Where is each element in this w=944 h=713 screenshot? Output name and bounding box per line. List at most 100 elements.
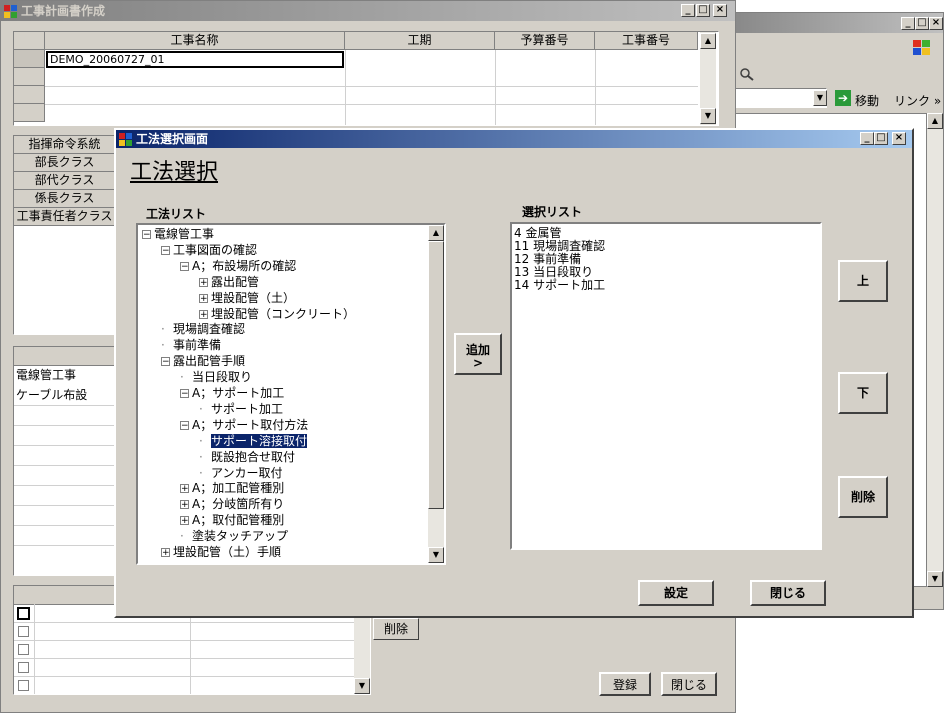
collapse-minus-icon[interactable]: − (161, 245, 170, 255)
tree-node[interactable]: · サポート加工 (199, 401, 283, 417)
class-item-site-manager[interactable]: 工事責任者クラス (14, 208, 116, 226)
method-dialog: 工法選択画面 _ □ × 工法選択 工法リスト 選択リスト − 電線管工事 − 工事図… (114, 128, 914, 618)
tree-node-label: A；サポート取付方法 (192, 417, 309, 432)
tree-node[interactable]: − 露出配管手順 (161, 353, 245, 369)
column-header-period[interactable]: 工期 (345, 32, 495, 50)
tree-node[interactable]: + A；取付配管種別 (180, 512, 284, 528)
move-down-button[interactable]: 下 (838, 372, 888, 414)
selection-list[interactable]: 4 金属管 11 現場調査確認 12 事前準備 13 当日段取り 14 サポート… (510, 222, 822, 550)
search-magnifier-icon[interactable] (739, 67, 755, 81)
tree-node[interactable]: + 埋設配管（土）手順 (161, 544, 281, 560)
tree-node[interactable]: + A；分岐箇所有り (180, 496, 284, 512)
collapse-minus-icon[interactable]: − (142, 230, 151, 240)
class-item-deputy[interactable]: 部代クラス (14, 172, 116, 190)
move-up-button[interactable]: 上 (838, 260, 888, 302)
dialog-close-button[interactable]: × (892, 132, 906, 145)
expand-plus-icon[interactable]: + (199, 309, 208, 319)
collapse-minus-icon[interactable]: − (180, 261, 189, 271)
row-header[interactable] (14, 68, 45, 86)
grid-row-line (45, 104, 698, 105)
add-button[interactable]: 追加 > (454, 333, 502, 375)
bg-close-button[interactable]: × (929, 17, 943, 30)
grid-scroll-down-button[interactable]: ▼ (700, 108, 716, 124)
expand-plus-icon[interactable]: + (161, 548, 170, 558)
bg-scrollbar[interactable]: ▲ ▼ (927, 113, 943, 587)
delete-row-button[interactable]: 削除 (373, 618, 419, 640)
register-button[interactable]: 登録 (599, 672, 651, 696)
tree-node[interactable]: − A；サポート加工 (180, 385, 284, 401)
expand-plus-icon[interactable]: + (180, 516, 189, 526)
collapse-minus-icon[interactable]: − (161, 357, 170, 367)
go-arrow-icon[interactable]: ➔ (835, 90, 851, 106)
bg-scroll-up-button[interactable]: ▲ (927, 113, 943, 129)
method-tree-scrollbar[interactable]: ▲ ▼ (428, 225, 444, 563)
tree-node[interactable]: + A；加工配管種別 (180, 480, 284, 496)
selection-item[interactable]: 14 サポート加工 (514, 277, 605, 293)
grid-scroll-up-button[interactable]: ▲ (700, 33, 716, 49)
row-checkbox[interactable] (18, 626, 29, 637)
work-item-conduit[interactable]: 電線管工事 (16, 367, 76, 383)
tree-node[interactable]: · 塗装タッチアップ (180, 528, 288, 544)
main-close-button[interactable]: × (713, 4, 727, 17)
main-maximize-button[interactable]: □ (696, 4, 710, 17)
go-button-label[interactable]: 移動 (855, 92, 879, 109)
links-label[interactable]: リンク » (894, 92, 941, 109)
row-header[interactable] (14, 50, 45, 68)
column-header-project-no[interactable]: 工事番号 (595, 32, 698, 50)
tree-node-label: 埋設配管（土）手順 (173, 545, 282, 559)
dialog-maximize-button[interactable]: □ (874, 132, 888, 145)
tree-connector-icon: · (161, 322, 165, 337)
row-checkbox[interactable] (18, 662, 29, 673)
tree-node[interactable]: − A；布設場所の確認 (180, 258, 296, 274)
collapse-minus-icon[interactable]: − (180, 389, 189, 399)
row-header[interactable] (14, 104, 45, 122)
tree-node[interactable]: + 埋設配管（土） (199, 290, 295, 306)
tree-scroll-up-button[interactable]: ▲ (428, 225, 444, 241)
ok-button[interactable]: 設定 (638, 580, 714, 606)
main-minimize-button[interactable]: _ (681, 4, 695, 17)
expand-plus-icon[interactable]: + (199, 277, 208, 287)
bg-minimize-button[interactable]: _ (901, 17, 915, 30)
row-checkbox[interactable] (18, 644, 29, 655)
main-window-titlebar: 工事計画書作成 (1, 1, 735, 21)
tree-scroll-thumb[interactable] (428, 241, 444, 509)
tree-node[interactable]: + 露出配管 (199, 274, 259, 290)
work-item-cable[interactable]: ケーブル布設 (16, 387, 87, 403)
column-header-project-name[interactable]: 工事名称 (45, 32, 345, 50)
tree-node[interactable]: − 工事図面の確認 (161, 242, 257, 258)
address-dropdown-button[interactable]: ▼ (813, 90, 827, 106)
expand-plus-icon[interactable]: + (180, 484, 189, 494)
project-name-cell[interactable]: DEMO_20060727_01 (46, 51, 344, 68)
tree-node[interactable]: · アンカー取付 (199, 465, 283, 481)
class-item-dept-manager[interactable]: 部長クラス (14, 154, 116, 172)
tree-node[interactable]: − 電線管工事 (142, 226, 214, 242)
row-checkbox[interactable] (17, 607, 30, 620)
dialog-titlebar: 工法選択画面 (116, 130, 912, 148)
tree-node[interactable]: · 既設抱合せ取付 (199, 449, 295, 465)
checkbox-scroll-down-button[interactable]: ▼ (354, 678, 370, 694)
dialog-close-form-button[interactable]: 閉じる (750, 580, 826, 606)
dialog-minimize-button[interactable]: _ (860, 132, 874, 145)
row-header[interactable] (14, 86, 45, 104)
bg-maximize-button[interactable]: □ (915, 17, 929, 30)
tree-connector-icon: · (199, 465, 203, 480)
bg-scroll-down-button[interactable]: ▼ (927, 571, 943, 587)
tree-node[interactable]: · 事前準備 (161, 337, 221, 353)
tree-scroll-down-button[interactable]: ▼ (428, 547, 444, 563)
method-tree[interactable]: − 電線管工事 − 工事図面の確認 − A；布設場所の確認 + 露出配管 + 埋設配管（土） + 埋設… (136, 223, 446, 565)
column-header-budget-no[interactable]: 予算番号 (495, 32, 595, 50)
main-close-form-button[interactable]: 閉じる (661, 672, 717, 696)
selection-list-label: 選択リスト (522, 205, 583, 219)
tree-node[interactable]: − A；サポート取付方法 (180, 417, 308, 433)
collapse-minus-icon[interactable]: − (180, 420, 189, 430)
tree-node[interactable]: + 埋設配管（コンクリート） (199, 306, 355, 322)
project-grid-scrollbar[interactable]: ▲ ▼ (700, 32, 716, 125)
tree-node[interactable]: · 現場調査確認 (161, 321, 245, 337)
tree-node[interactable]: · サポート溶接取付 (199, 432, 309, 449)
tree-node[interactable]: · 当日段取り (180, 369, 252, 385)
expand-plus-icon[interactable]: + (199, 293, 208, 303)
row-checkbox[interactable] (18, 680, 29, 691)
expand-plus-icon[interactable]: + (180, 500, 189, 510)
delete-selection-button[interactable]: 削除 (838, 476, 888, 518)
class-item-chief[interactable]: 係長クラス (14, 190, 116, 208)
